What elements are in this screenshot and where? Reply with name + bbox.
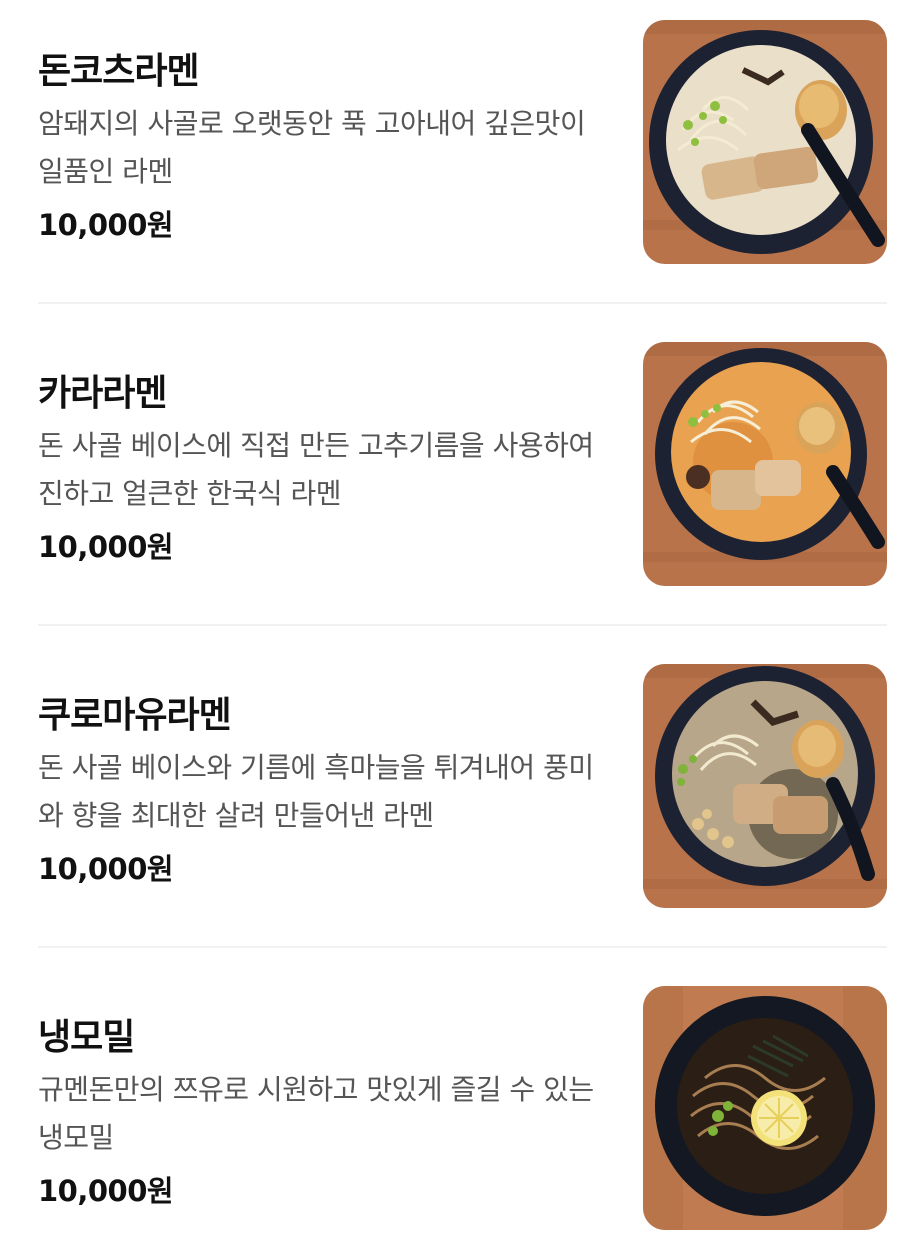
- tonkotsu-ramen-photo[interactable]: [643, 20, 887, 264]
- cold-soba-photo[interactable]: [643, 986, 887, 1230]
- menu-item-cold-soba[interactable]: 냉모밀 규멘돈만의 쯔유로 시원하고 맛있게 즐길 수 있는 냉모밀 10,00…: [38, 986, 887, 1231]
- menu-item-price: 10,000원: [38, 530, 174, 564]
- menu-item-name: 돈코츠라멘: [38, 51, 200, 92]
- divider: [38, 624, 887, 626]
- menu-item-price: 10,000원: [38, 208, 174, 242]
- menu-item-kara-ramen[interactable]: 카라라멘 돈 사골 베이스에 직접 만든 고추기름을 사용하여 진하고 얼큰한 …: [38, 342, 887, 587]
- divider: [38, 946, 887, 948]
- menu-item-tonkotsu-ramen[interactable]: 돈코츠라멘 암돼지의 사골로 오랫동안 푹 고아내어 깊은맛이 일품인 라멘 1…: [38, 20, 887, 265]
- menu-item-price: 10,000원: [38, 852, 174, 886]
- kara-ramen-photo[interactable]: [643, 342, 887, 586]
- menu-item-description: 돈 사골 베이스에 직접 만든 고추기름을 사용하여 진하고 얼큰한 한국식 라…: [38, 429, 594, 510]
- kuromayu-ramen-photo[interactable]: [643, 664, 887, 908]
- menu-item-name: 냉모밀: [38, 1017, 135, 1058]
- menu-item-kuromayu-ramen[interactable]: 쿠로마유라멘 돈 사골 베이스와 기름에 흑마늘을 튀겨내어 풍미와 향을 최대…: [38, 664, 887, 909]
- menu-item-description: 돈 사골 베이스와 기름에 흑마늘을 튀겨내어 풍미와 향을 최대한 살려 만들…: [38, 751, 594, 832]
- menu-item-price: 10,000원: [38, 1174, 174, 1208]
- menu-item-description: 암돼지의 사골로 오랫동안 푹 고아내어 깊은맛이 일품인 라멘: [38, 107, 586, 188]
- menu-item-name: 쿠로마유라멘: [38, 695, 232, 736]
- menu-item-description: 규멘돈만의 쯔유로 시원하고 맛있게 즐길 수 있는 냉모밀: [38, 1073, 594, 1154]
- menu-list: 돈코츠라멘 암돼지의 사골로 오랫동안 푹 고아내어 깊은맛이 일품인 라멘 1…: [0, 0, 900, 1241]
- menu-item-name: 카라라멘: [38, 373, 167, 414]
- divider: [38, 302, 887, 304]
